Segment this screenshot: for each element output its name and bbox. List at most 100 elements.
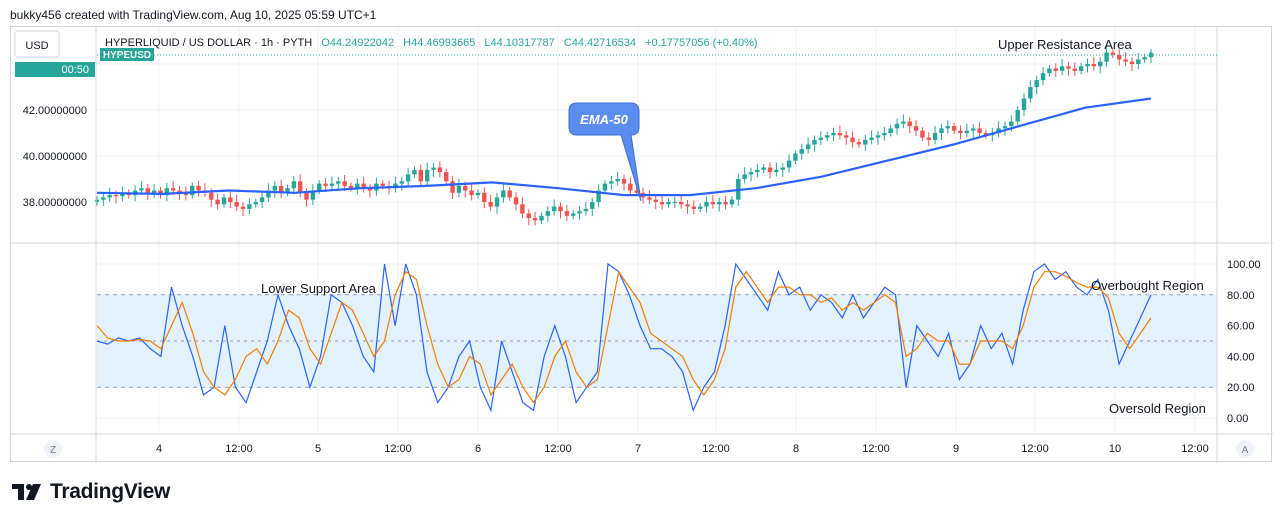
time-axis-label: 12:00 bbox=[1181, 443, 1209, 455]
legend-close: C44.42716534 bbox=[564, 37, 636, 49]
candle bbox=[1085, 58, 1090, 73]
legend-low: L44.10317787 bbox=[484, 37, 554, 49]
price-axis-label: 40.00000000 bbox=[23, 151, 87, 163]
candle bbox=[215, 193, 220, 210]
oscillator-axis-label: 100.00 bbox=[1227, 259, 1261, 271]
oscillator-axis-label: 60.00 bbox=[1227, 321, 1255, 333]
candle bbox=[412, 166, 417, 178]
candle bbox=[590, 197, 595, 217]
candle bbox=[920, 127, 925, 142]
candle bbox=[742, 167, 747, 184]
time-axis[interactable]: 4 12:00 5 12:00 6 12:00 7 12:00 8 12:00 9 12:00 10 12… bbox=[156, 443, 1209, 455]
candle bbox=[247, 198, 252, 215]
oscillator-axis[interactable]: 100.00 80.00 60.00 40.00 20.00 0.00 bbox=[1227, 259, 1261, 425]
candle bbox=[939, 124, 944, 141]
candle bbox=[1028, 79, 1033, 103]
candle bbox=[869, 130, 874, 145]
currency-button[interactable]: USD bbox=[14, 30, 60, 58]
tradingview-logo[interactable]: TradingView bbox=[12, 480, 170, 504]
time-axis-label: 5 bbox=[315, 443, 321, 455]
candle bbox=[672, 196, 677, 209]
price-axis-label: 38.00000000 bbox=[23, 197, 87, 209]
candle bbox=[932, 125, 938, 145]
candle bbox=[850, 131, 855, 148]
candle bbox=[145, 183, 150, 200]
candle bbox=[628, 177, 633, 196]
chart-caption: bukky456 created with TradingView.com, A… bbox=[10, 8, 377, 22]
candle bbox=[717, 197, 722, 212]
candle bbox=[526, 209, 531, 226]
time-axis-label: 12:00 bbox=[544, 443, 572, 455]
auto-scale-button[interactable]: A bbox=[1236, 440, 1254, 458]
chart-frame: USD HYPEUSD 00:50 HYPERLIQUID / US DOLLA… bbox=[10, 26, 1273, 463]
candle bbox=[837, 125, 843, 140]
oscillator-axis-label: 20.00 bbox=[1227, 382, 1255, 394]
candle bbox=[697, 203, 703, 213]
candle bbox=[367, 183, 373, 198]
candle bbox=[285, 184, 290, 197]
candle bbox=[767, 162, 773, 179]
candle bbox=[1021, 93, 1027, 117]
candle bbox=[94, 196, 100, 206]
current-price-dot bbox=[1149, 52, 1153, 57]
candle bbox=[329, 176, 335, 191]
candle bbox=[564, 204, 570, 222]
candle bbox=[1136, 53, 1141, 70]
price-axis-label: 42.00000000 bbox=[23, 105, 87, 117]
candle bbox=[1059, 59, 1065, 76]
candle bbox=[202, 183, 208, 198]
zoom-button[interactable]: Z bbox=[44, 440, 62, 458]
candle bbox=[190, 182, 195, 199]
legend-symbol[interactable]: HYPERLIQUID / US DOLLAR · 1h · PYTH bbox=[105, 37, 312, 49]
candle bbox=[793, 150, 798, 165]
candle bbox=[926, 132, 931, 147]
chart-svg[interactable]: USD HYPEUSD 00:50 HYPERLIQUID / US DOLLA… bbox=[11, 27, 1273, 463]
candle bbox=[234, 194, 239, 211]
candle bbox=[532, 211, 538, 226]
candle bbox=[272, 181, 277, 198]
auto-scale-button-label: A bbox=[1242, 445, 1249, 456]
candle bbox=[450, 176, 455, 200]
candle bbox=[545, 205, 551, 223]
candle bbox=[774, 162, 779, 177]
price-axis[interactable]: 42.00000000 40.00000000 38.00000000 bbox=[23, 105, 87, 209]
candle bbox=[894, 118, 900, 135]
time-axis-label: 9 bbox=[953, 443, 959, 455]
zoom-button-label: Z bbox=[50, 445, 56, 456]
candle bbox=[621, 174, 627, 191]
candle bbox=[424, 162, 430, 186]
candle bbox=[494, 193, 500, 214]
tradingview-logo-text: TradingView bbox=[50, 480, 171, 503]
candle bbox=[805, 137, 811, 154]
time-axis-label: 12:00 bbox=[225, 443, 253, 455]
candle bbox=[856, 138, 862, 148]
countdown-label: 00:50 bbox=[61, 64, 89, 76]
candle bbox=[253, 198, 258, 208]
candle bbox=[577, 205, 582, 220]
candle bbox=[259, 192, 265, 209]
candle bbox=[1047, 65, 1052, 77]
candle bbox=[355, 178, 360, 195]
currency-label: USD bbox=[25, 40, 48, 52]
candle bbox=[596, 184, 601, 208]
overbought-label: Overbought Region bbox=[1091, 278, 1204, 293]
candle bbox=[488, 194, 493, 211]
candle bbox=[666, 198, 671, 208]
time-axis-label: 12:00 bbox=[384, 443, 412, 455]
candle bbox=[228, 192, 233, 209]
oversold-label: Oversold Region bbox=[1109, 401, 1206, 416]
candle bbox=[786, 154, 792, 173]
candle bbox=[418, 164, 424, 188]
candle bbox=[297, 174, 303, 198]
countdown-badge: 00:50 bbox=[15, 62, 95, 77]
candle bbox=[958, 125, 963, 140]
time-axis-label: 8 bbox=[793, 443, 799, 455]
time-axis-label: 12:00 bbox=[702, 443, 730, 455]
legend-line: HYPERLIQUID / US DOLLAR · 1h · PYTH O44.… bbox=[105, 37, 758, 49]
candle bbox=[348, 182, 354, 192]
candle bbox=[780, 163, 785, 177]
oscillator-axis-label: 40.00 bbox=[1227, 351, 1255, 363]
candle bbox=[799, 143, 804, 160]
legend-change: +0.17757056 (+0.40%) bbox=[645, 37, 758, 49]
candle bbox=[431, 163, 436, 177]
